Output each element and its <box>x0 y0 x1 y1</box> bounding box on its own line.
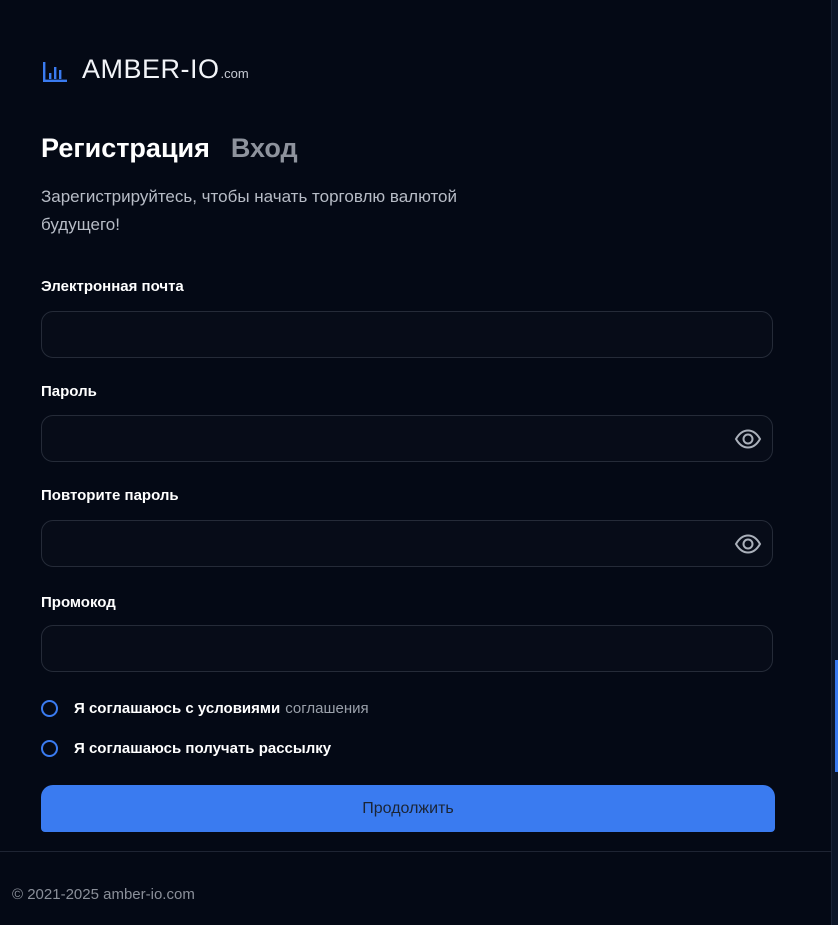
email-input[interactable] <box>42 312 772 357</box>
password-repeat-input[interactable] <box>42 521 772 566</box>
promo-label: Промокод <box>41 594 116 611</box>
password-repeat-field-container <box>41 520 773 567</box>
password-field-container <box>41 415 773 462</box>
agree-terms-row: Я соглашаюсь с условиями соглашения <box>41 700 369 717</box>
password-label: Пароль <box>41 383 97 400</box>
promo-field-container <box>41 625 773 672</box>
agree-terms-label: Я соглашаюсь с условиями <box>74 700 281 717</box>
tab-login[interactable]: Вход <box>231 133 298 164</box>
bar-chart-icon <box>42 61 68 88</box>
page-subtitle: Зарегистрируйтесь, чтобы начать торговлю… <box>41 187 457 234</box>
right-panel-edge <box>831 0 838 925</box>
eye-icon[interactable] <box>734 426 762 452</box>
footer-copyright: © 2021-2025 amber-io.com <box>12 886 195 903</box>
continue-button[interactable]: Продолжить <box>41 785 775 832</box>
agree-newsletter-label: Я соглашаюсь получать рассылку <box>74 740 332 757</box>
email-label: Электронная почта <box>41 278 184 295</box>
agree-terms-checkbox[interactable] <box>41 700 58 717</box>
auth-tabs: Регистрация Вход <box>41 133 298 164</box>
agree-newsletter-checkbox[interactable] <box>41 740 58 757</box>
brand-logo[interactable]: AMBER-IO .com <box>42 54 249 86</box>
password-input[interactable] <box>42 416 772 461</box>
promo-input[interactable] <box>42 626 772 671</box>
brand-suffix: .com <box>220 66 249 81</box>
footer-divider <box>0 851 832 852</box>
email-field-container <box>41 311 773 358</box>
agree-newsletter-row: Я соглашаюсь получать рассылку <box>41 740 331 757</box>
password-repeat-label: Повторите пароль <box>41 487 179 504</box>
eye-icon[interactable] <box>734 531 762 557</box>
tab-registration[interactable]: Регистрация <box>41 133 210 164</box>
brand-name: AMBER-IO <box>82 54 220 84</box>
terms-link[interactable]: соглашения <box>285 700 368 717</box>
